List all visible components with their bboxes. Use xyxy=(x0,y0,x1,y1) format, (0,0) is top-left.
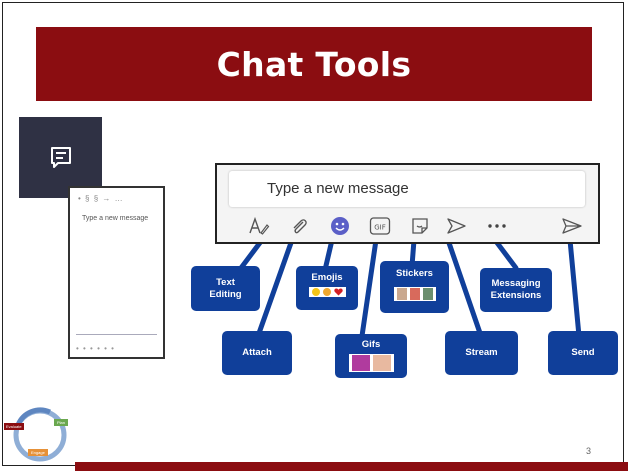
callout-text-editing: Text Editing xyxy=(191,266,260,311)
svg-text:GIF: GIF xyxy=(374,224,386,232)
emoji-button[interactable] xyxy=(328,214,352,238)
footer-bar xyxy=(75,462,628,471)
text-format-button[interactable] xyxy=(247,214,271,238)
text-format-icon xyxy=(249,216,270,235)
callout-stream-label: Stream xyxy=(465,347,498,358)
gif-samples xyxy=(348,354,394,372)
message-input[interactable]: Type a new message xyxy=(229,171,585,207)
callout-gifs-label: Gifs xyxy=(361,339,381,350)
logo-evaluate-label: Evaluate xyxy=(4,423,24,430)
sticker-thumb-2 xyxy=(409,288,420,300)
callout-messaging-extensions: Messaging Extensions xyxy=(480,268,552,312)
logo-plan-label: Plan xyxy=(54,419,69,426)
callout-send: Send xyxy=(548,331,618,375)
callout-messaging-extensions-label: Messaging Extensions xyxy=(490,278,542,301)
stream-button[interactable] xyxy=(445,214,469,238)
paperclip-icon xyxy=(293,219,307,234)
emoji-samples xyxy=(308,287,346,297)
callout-stickers-label: Stickers xyxy=(396,268,433,279)
cycle-ring-icon xyxy=(13,407,67,462)
more-icon xyxy=(488,224,506,228)
gif-button[interactable]: GIF xyxy=(368,214,392,238)
stream-icon xyxy=(447,218,466,234)
emoji-grin-icon xyxy=(322,288,331,296)
sticker-icon xyxy=(412,218,428,234)
emoji-smile-icon xyxy=(311,288,320,296)
sticker-button[interactable] xyxy=(408,214,432,238)
callout-stickers: Stickers xyxy=(380,261,449,313)
callout-send-label: Send xyxy=(571,347,595,358)
callout-attach-label: Attach xyxy=(242,347,272,358)
cycle-logo: Evaluate Plan Engage xyxy=(4,405,80,465)
callout-stream: Stream xyxy=(445,331,518,375)
send-button[interactable] xyxy=(560,214,584,238)
sticker-samples xyxy=(393,287,436,301)
callout-gifs: Gifs xyxy=(335,334,407,378)
gif-icon: GIF xyxy=(369,217,391,235)
attach-button[interactable] xyxy=(288,214,310,238)
message-placeholder: Type a new message xyxy=(267,180,409,197)
callout-emojis: Emojis xyxy=(296,266,358,310)
emoji-icon xyxy=(331,217,349,235)
callout-emojis-label: Emojis xyxy=(311,272,343,283)
page-number: 3 xyxy=(586,446,592,456)
callout-text-editing-label: Text Editing xyxy=(209,276,242,300)
send-icon xyxy=(562,218,582,234)
sticker-thumb-3 xyxy=(422,288,433,300)
logo-engage-label: Engage xyxy=(28,449,48,456)
sticker-thumb-1 xyxy=(396,288,407,300)
more-options-button[interactable] xyxy=(485,214,509,238)
heart-icon xyxy=(333,288,343,296)
compose-box: Type a new message GIF xyxy=(215,163,600,244)
gif-thumb-2 xyxy=(372,355,391,371)
gif-thumb-1 xyxy=(351,355,370,371)
callout-attach: Attach xyxy=(222,331,292,375)
